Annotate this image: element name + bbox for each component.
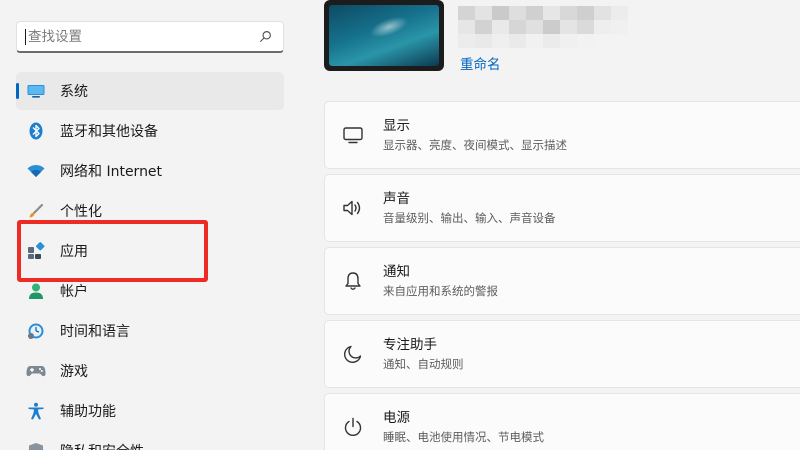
sidebar-item-label: 蓝牙和其他设备 (60, 124, 158, 140)
card-description: 来自应用和系统的警报 (383, 284, 498, 298)
card-title: 专注助手 (383, 337, 437, 353)
settings-cards: 显示 显示器、亮度、夜间模式、显示描述 声音 音量级别、输出、输入、声音设备 通… (324, 101, 800, 450)
sidebar-item-label: 帐户 (60, 284, 88, 300)
wifi-icon (26, 161, 46, 181)
card-power[interactable]: 电源 睡眠、电池使用情况、节电模式 (324, 393, 800, 450)
card-sound[interactable]: 声音 音量级别、输出、输入、声音设备 (324, 174, 800, 242)
sidebar-item-apps[interactable]: 应用 (16, 232, 284, 270)
card-focus-assist[interactable]: 专注助手 通知、自动规则 (324, 320, 800, 388)
sidebar-item-system[interactable]: 系统 (16, 72, 284, 110)
sidebar-nav: 系统 蓝牙和其他设备 网络和 Internet 个性化 应用 帐户 时间和语言 … (16, 72, 284, 450)
sidebar-item-label: 隐私和安全性 (60, 441, 144, 450)
monitor-icon (341, 123, 365, 147)
card-title: 声音 (383, 191, 410, 207)
sidebar-item-label: 辅助功能 (60, 404, 116, 420)
sidebar-item-time-language[interactable]: 时间和语言 (16, 312, 284, 350)
device-thumbnail (324, 0, 444, 71)
card-description: 睡眠、电池使用情况、节电模式 (383, 430, 544, 444)
card-title: 通知 (383, 264, 410, 280)
card-title: 显示 (383, 118, 410, 134)
sidebar-item-privacy[interactable]: 隐私和安全性 (16, 432, 284, 450)
sidebar-item-label: 系统 (60, 84, 88, 100)
shield-icon (26, 441, 46, 450)
accessibility-icon (26, 401, 46, 421)
time-language-icon (26, 321, 46, 341)
card-description: 通知、自动规则 (383, 357, 464, 371)
apps-icon (26, 241, 46, 261)
sidebar-item-label: 应用 (60, 244, 88, 260)
sidebar-item-gaming[interactable]: 游戏 (16, 352, 284, 390)
bell-icon (341, 269, 365, 293)
gamepad-icon (26, 361, 46, 381)
search-box[interactable] (16, 21, 284, 53)
sidebar-item-label: 网络和 Internet (60, 164, 163, 180)
search-input[interactable] (28, 28, 257, 45)
bluetooth-icon (26, 121, 46, 141)
brush-icon (26, 201, 46, 221)
card-description: 音量级别、输出、输入、声音设备 (383, 211, 556, 225)
moon-icon (341, 342, 365, 366)
card-description: 显示器、亮度、夜间模式、显示描述 (383, 138, 567, 152)
speaker-icon (341, 196, 365, 220)
sidebar-item-bluetooth[interactable]: 蓝牙和其他设备 (16, 112, 284, 150)
search-icon[interactable] (257, 29, 273, 45)
sidebar-item-accounts[interactable]: 帐户 (16, 272, 284, 310)
card-notifications[interactable]: 通知 来自应用和系统的警报 (324, 247, 800, 315)
power-icon (341, 415, 365, 439)
card-title: 电源 (383, 410, 410, 426)
text-caret (25, 28, 26, 45)
system-display-icon (26, 81, 46, 101)
rename-link[interactable]: 重命名 (460, 53, 501, 73)
sidebar-item-label: 时间和语言 (60, 324, 130, 340)
card-display[interactable]: 显示 显示器、亮度、夜间模式、显示描述 (324, 101, 800, 169)
device-name-blurred (458, 6, 628, 48)
account-icon (26, 281, 46, 301)
wallpaper-image (329, 5, 439, 66)
sidebar-item-label: 个性化 (60, 204, 102, 220)
sidebar-item-label: 游戏 (60, 364, 88, 380)
sidebar-item-network[interactable]: 网络和 Internet (16, 152, 284, 190)
sidebar-item-accessibility[interactable]: 辅助功能 (16, 392, 284, 430)
sidebar-item-personalization[interactable]: 个性化 (16, 192, 284, 230)
